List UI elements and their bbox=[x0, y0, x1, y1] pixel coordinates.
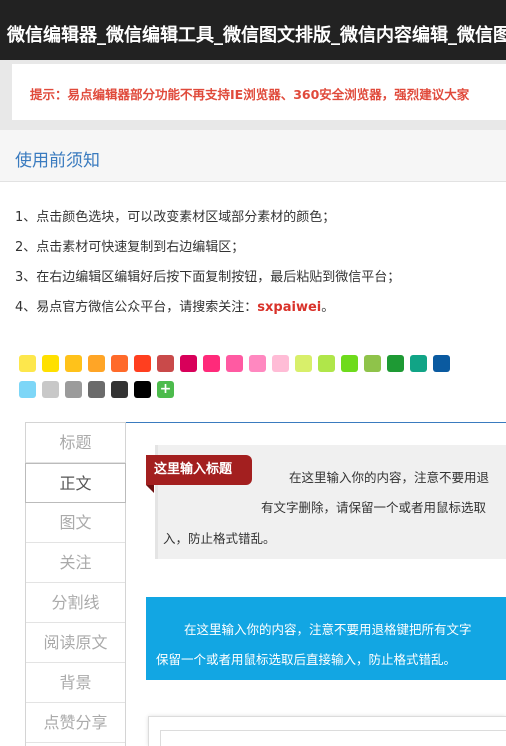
color-swatch[interactable] bbox=[111, 381, 128, 398]
notice-box: 提示：易点编辑器部分功能不再支持IE浏览器、360安全浏览器，强烈建议大家 bbox=[12, 64, 506, 120]
color-swatch[interactable] bbox=[88, 381, 105, 398]
color-swatch[interactable] bbox=[134, 381, 151, 398]
instruction-2: 2、点击素材可快速复制到右边编辑区； bbox=[15, 240, 245, 255]
card-title-fold bbox=[146, 485, 154, 493]
color-swatch[interactable] bbox=[111, 355, 128, 372]
card1-line-1: 在这里输入你的内容，注意不要用退 bbox=[289, 470, 490, 485]
color-swatch[interactable] bbox=[42, 355, 59, 372]
color-swatch[interactable] bbox=[341, 355, 358, 372]
color-swatch[interactable] bbox=[180, 355, 197, 372]
color-swatch[interactable] bbox=[88, 355, 105, 372]
tab-like-share[interactable]: 点赞分享 bbox=[26, 703, 125, 743]
material-card-bordered-inner bbox=[160, 730, 506, 746]
window-titlebar: 微信编辑器_微信编辑工具_微信图文排版_微信内容编辑_微信图 bbox=[0, 0, 506, 60]
color-swatch[interactable] bbox=[226, 355, 243, 372]
tab-image-text[interactable]: 图文 bbox=[26, 503, 125, 543]
card2-line-2: 保留一个或者用鼠标选取后直接输入，防止格式错乱。 bbox=[156, 652, 457, 667]
color-swatch[interactable] bbox=[364, 355, 381, 372]
tab-body[interactable]: 正文 bbox=[25, 463, 126, 503]
notice-text: 提示：易点编辑器部分功能不再支持IE浏览器、360安全浏览器，强烈建议大家 bbox=[30, 87, 470, 102]
tab-read-more[interactable]: 阅读原文 bbox=[26, 623, 125, 663]
add-color-button[interactable]: + bbox=[157, 381, 174, 398]
color-swatch[interactable] bbox=[134, 355, 151, 372]
wechat-account[interactable]: sxpaiwei bbox=[257, 300, 321, 315]
materials-top-border bbox=[126, 422, 506, 423]
instruction-3: 3、在右边编辑区编辑好后按下面复制按钮，最后粘贴到微信平台； bbox=[15, 270, 401, 285]
color-swatch[interactable] bbox=[295, 355, 312, 372]
color-swatch[interactable] bbox=[203, 355, 220, 372]
material-tabs: 标题 正文 图文 关注 分割线 阅读原文 背景 点赞分享 bbox=[25, 422, 126, 746]
section-title: 使用前须知 bbox=[15, 151, 100, 171]
instruction-4: 4、易点官方微信公众平台，请搜索关注：sxpaiwei。 bbox=[15, 296, 334, 315]
card-title-label: 这里输入标题 bbox=[146, 455, 252, 485]
color-swatch[interactable] bbox=[318, 355, 335, 372]
color-swatch[interactable] bbox=[157, 355, 174, 372]
color-swatch[interactable] bbox=[65, 355, 82, 372]
card1-line-2: 有文字删除，请保留一个或者用鼠标选取 bbox=[261, 500, 487, 515]
card1-line-3: 入，防止格式错乱。 bbox=[163, 531, 276, 546]
notice-bar: 提示：易点编辑器部分功能不再支持IE浏览器、360安全浏览器，强烈建议大家 bbox=[0, 60, 506, 130]
color-swatch[interactable] bbox=[433, 355, 450, 372]
tab-follow[interactable]: 关注 bbox=[26, 543, 125, 583]
color-swatch[interactable] bbox=[19, 355, 36, 372]
section-header: 使用前须知 bbox=[0, 130, 506, 182]
color-swatch[interactable] bbox=[42, 381, 59, 398]
color-swatch[interactable] bbox=[65, 381, 82, 398]
window-title: 微信编辑器_微信编辑工具_微信图文排版_微信内容编辑_微信图 bbox=[7, 25, 506, 46]
instruction-1: 1、点击颜色选块，可以改变素材区域部分素材的颜色； bbox=[15, 210, 336, 225]
color-swatch[interactable] bbox=[410, 355, 427, 372]
material-card-blue-box[interactable]: 在这里输入你的内容，注意不要用退格键把所有文字 保留一个或者用鼠标选取后直接输入… bbox=[146, 597, 506, 680]
tab-title[interactable]: 标题 bbox=[26, 423, 125, 463]
instruction-4-suffix: 。 bbox=[321, 300, 335, 315]
color-swatch[interactable] bbox=[249, 355, 266, 372]
color-swatch[interactable] bbox=[19, 381, 36, 398]
card2-line-1: 在这里输入你的内容，注意不要用退格键把所有文字 bbox=[184, 622, 472, 637]
color-swatch[interactable] bbox=[387, 355, 404, 372]
color-swatch[interactable] bbox=[272, 355, 289, 372]
instruction-4-text: 4、易点官方微信公众平台，请搜索关注： bbox=[15, 300, 258, 315]
tab-divider[interactable]: 分割线 bbox=[26, 583, 125, 623]
tab-background[interactable]: 背景 bbox=[26, 663, 125, 703]
